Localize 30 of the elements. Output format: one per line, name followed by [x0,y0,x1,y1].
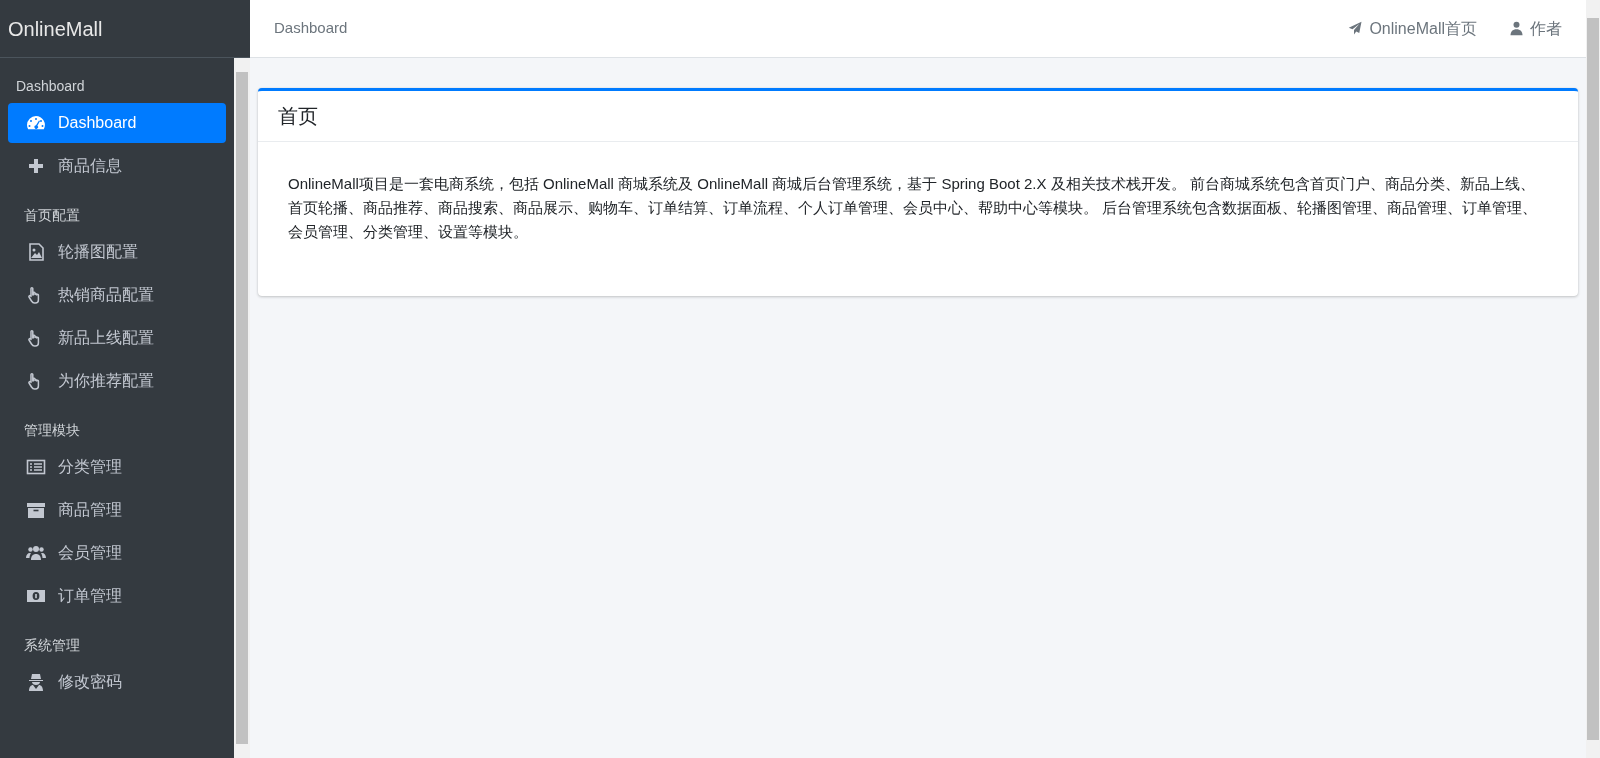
image-icon [26,242,46,262]
plus-icon [26,156,46,176]
card-description: OnlineMall项目是一套电商系统，包括 OnlineMall 商城系统及 OnlineMall 商城后台管理系统，基于 Spring Boot 2.X 及相关技术栈开发。 前台商城系统包含首页门户、商品分类、新品上线、首页轮播、商品推荐、商品搜索、商品展示、购物车、订单结算、订单流程、个人订单管理、会员中心、帮助中心等模块。 后台管理系统包含数据面板、轮播图管理、商品管理、订单管理、会员管理、分类管理、设置等模块。 [287,174,1539,242]
nav-link[interactable]: OnlineMall首页 [1348,16,1477,41]
sidebar-item[interactable]: 商品管理 [8,490,226,530]
sidebar-item[interactable]: 会员管理 [8,533,226,573]
archive-box-icon [26,500,46,520]
sidebar-item[interactable]: 商品信息 [8,146,226,186]
page-scrollbar[interactable] [1586,0,1600,758]
users-icon [26,543,46,563]
user-secret-icon [26,672,46,692]
card-title: 首页 [258,91,1578,142]
sidebar-item[interactable]: 分类管理 [8,447,226,487]
section-header: 系统管理 [23,636,81,655]
section-header: 管理模块 [23,421,81,440]
sidebar-scrollbar[interactable] [234,58,250,758]
sidebar-item[interactable]: 订单管理 [8,576,226,616]
sidebar-item[interactable]: 热销商品配置 [8,275,226,315]
section-header: Dashboard [15,77,86,96]
sidebar-item[interactable]: Dashboard [8,103,226,143]
breadcrumb: Dashboard [274,18,348,39]
sidebar-item[interactable]: 修改密码 [8,662,226,702]
nav-link[interactable]: 作者 [1509,16,1562,41]
sidebar-item[interactable]: 轮播图配置 [8,232,226,272]
sidebar-item[interactable]: 新品上线配置 [8,318,226,358]
section-header: 首页配置 [23,206,81,225]
user-icon [1509,21,1524,36]
paper-plane-icon [1348,21,1364,36]
sidebar-item[interactable]: 为你推荐配置 [8,361,226,401]
list-icon [26,457,46,477]
